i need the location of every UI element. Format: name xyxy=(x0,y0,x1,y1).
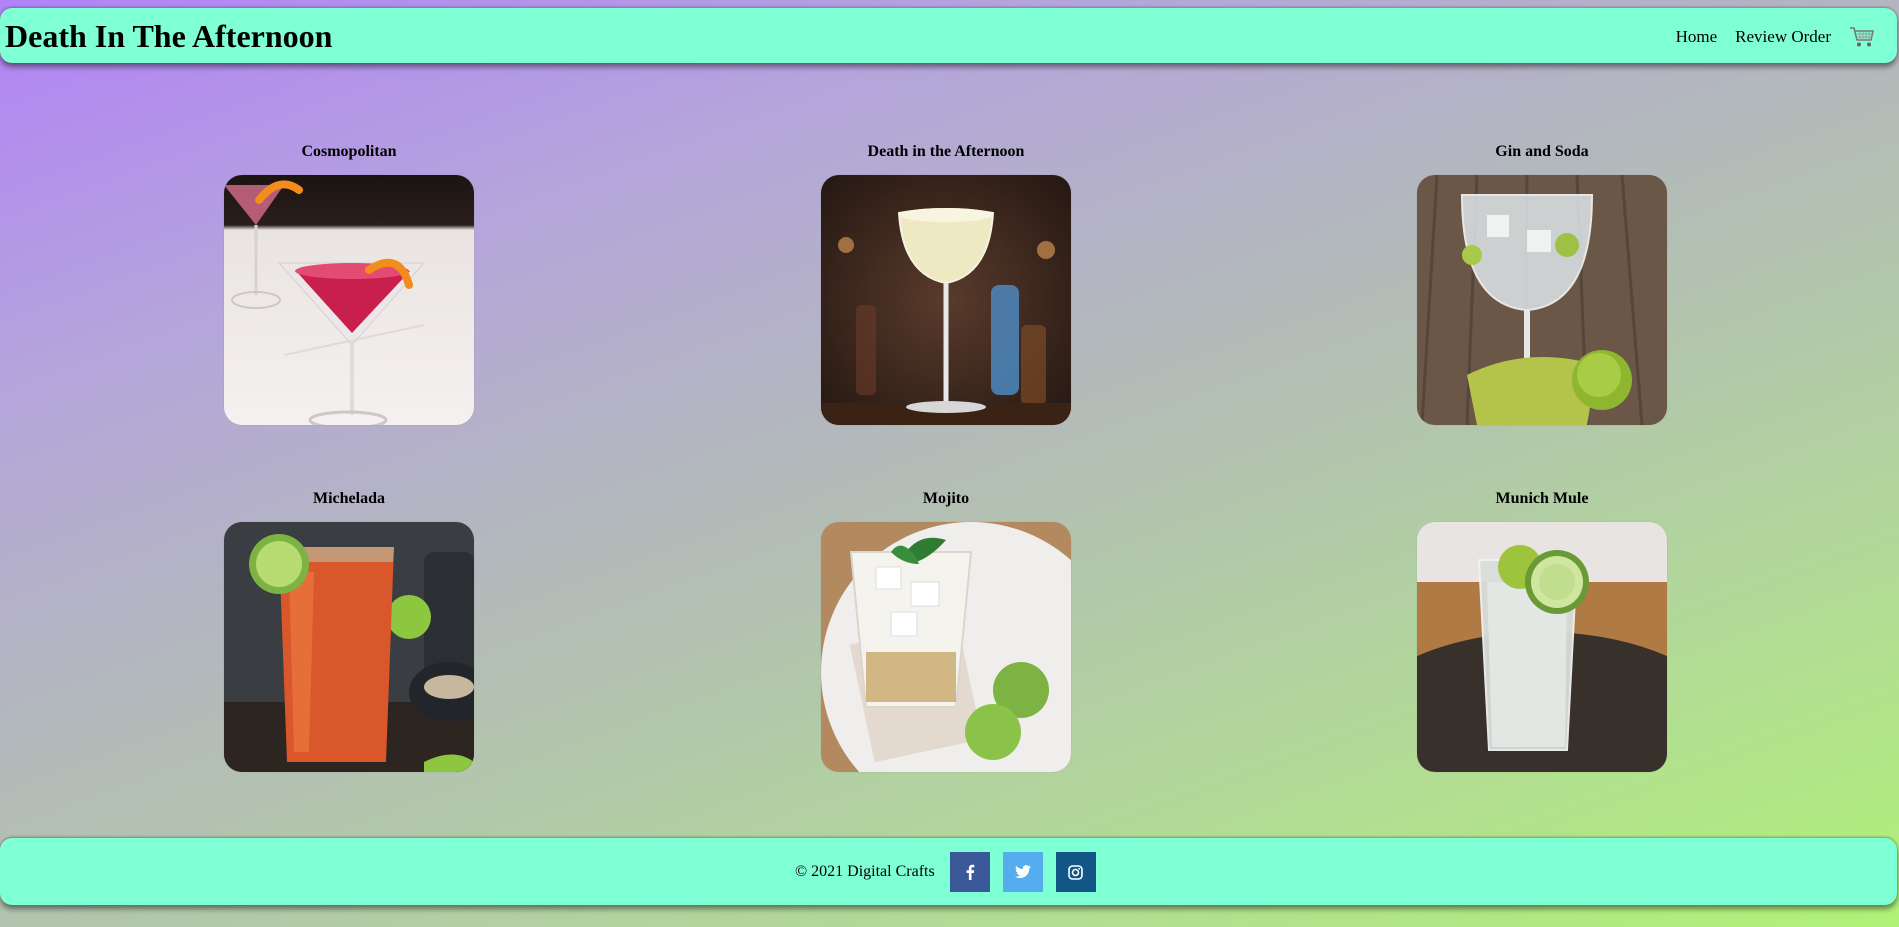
drink-card-gin-and-soda[interactable]: Gin and Soda xyxy=(1417,143,1667,425)
drink-name: Mojito xyxy=(922,490,970,507)
nav-home-link[interactable]: Home xyxy=(1676,27,1718,47)
drink-photo[interactable] xyxy=(821,175,1071,425)
main-nav: Home Review Order xyxy=(1676,25,1875,49)
drink-name: Michelada xyxy=(313,490,385,507)
drink-card-munich-mule[interactable]: Munich Mule xyxy=(1417,490,1667,772)
drink-photo[interactable] xyxy=(1417,175,1667,425)
drink-name: Munich Mule xyxy=(1495,490,1589,507)
drink-photo[interactable] xyxy=(821,522,1071,772)
twitter-icon[interactable] xyxy=(1002,852,1043,892)
instagram-icon[interactable] xyxy=(1055,852,1096,892)
nav-review-order-link[interactable]: Review Order xyxy=(1735,27,1831,47)
drink-card-death-in-the-afternoon[interactable]: Death in the Afternoon xyxy=(821,143,1071,425)
site-footer: © 2021 Digital Crafts xyxy=(0,838,1897,905)
drink-photo[interactable] xyxy=(1417,522,1667,772)
footer-content: © 2021 Digital Crafts xyxy=(795,852,1096,892)
site-title: Death In The Afternoon xyxy=(5,18,333,54)
facebook-icon[interactable] xyxy=(949,852,990,892)
drink-name: Death in the Afternoon xyxy=(867,143,1025,160)
drink-photo[interactable] xyxy=(224,175,474,425)
shopping-cart-icon[interactable] xyxy=(1849,25,1875,49)
page: Death In The Afternoon Home Review Order… xyxy=(0,0,1899,927)
copyright-text: © 2021 Digital Crafts xyxy=(795,863,935,880)
drink-photo[interactable] xyxy=(224,522,474,772)
drink-card-michelada[interactable]: Michelada xyxy=(224,490,474,772)
site-header: Death In The Afternoon Home Review Order xyxy=(0,8,1897,63)
drink-name: Cosmopolitan xyxy=(301,143,397,160)
drink-name: Gin and Soda xyxy=(1495,143,1589,160)
drink-card-mojito[interactable]: Mojito xyxy=(821,490,1071,772)
drink-card-cosmopolitan[interactable]: Cosmopolitan xyxy=(224,143,474,425)
